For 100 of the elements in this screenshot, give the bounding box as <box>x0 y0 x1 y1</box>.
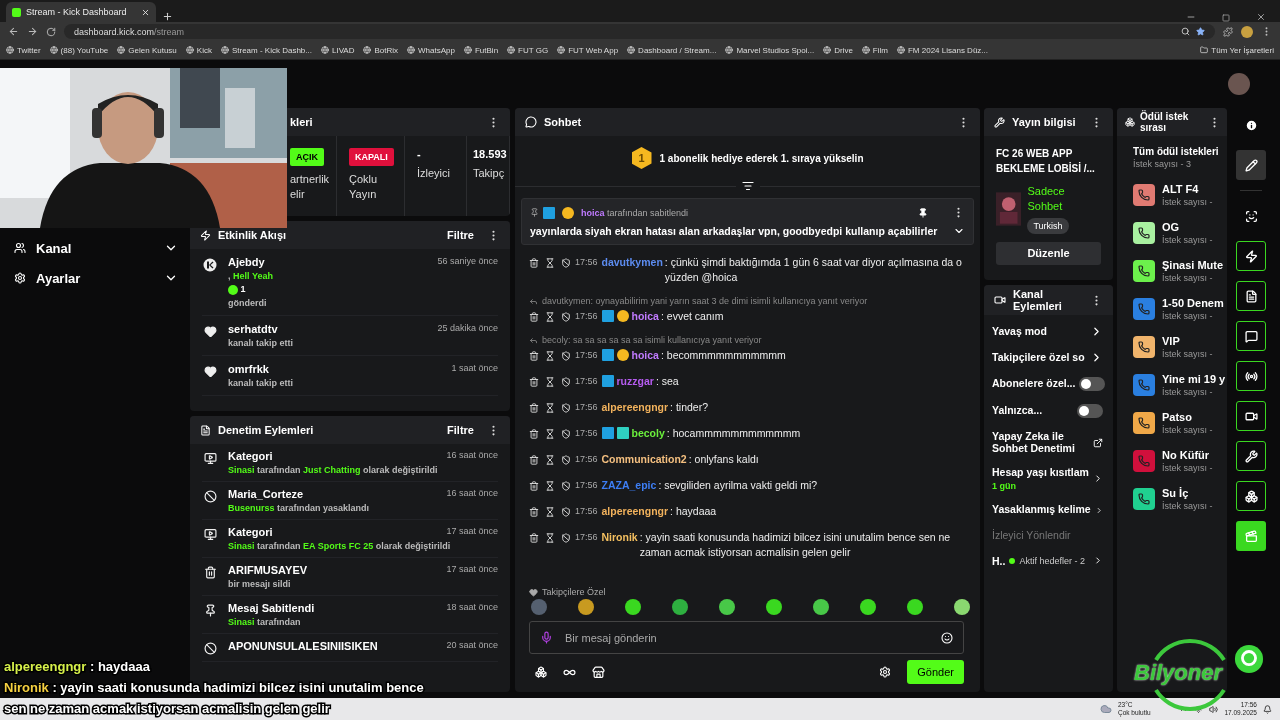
emote-icon[interactable] <box>719 599 735 615</box>
category-name[interactable]: Sadece Sohbet <box>1027 184 1101 214</box>
chat-username[interactable]: hoica <box>631 309 659 324</box>
address-bar[interactable]: dashboard.kick.com/stream <box>64 24 1215 39</box>
filter-button[interactable]: Filtre <box>441 424 480 436</box>
bookmark-item[interactable]: Film <box>861 45 888 55</box>
timeout-icon <box>545 402 555 413</box>
action-item[interactable]: Takipçilere özel so <box>992 351 1103 364</box>
action-time: 20 saat önce <box>446 640 498 652</box>
note-icon <box>1244 289 1258 303</box>
message-input[interactable]: Bir mesaj gönderin <box>563 630 931 645</box>
pinned-text: yayınlarda siyah ekran hatası alan arkadaşlar vpn, goodbyedpi kullanıp açabilirler <box>530 225 939 237</box>
emote-icon[interactable] <box>672 599 688 615</box>
bookmark-item[interactable]: BotRix <box>363 45 399 55</box>
bookmark-item[interactable]: Gelen Kutusu <box>117 45 177 55</box>
message-field[interactable]: Bir mesaj gönderin <box>529 621 964 654</box>
rank-badge: 1 <box>631 147 652 169</box>
rail-button[interactable] <box>1236 150 1266 180</box>
send-button[interactable]: Gönder <box>907 660 964 684</box>
emote-icon[interactable] <box>578 599 594 615</box>
message-time: 17:56 <box>575 401 598 414</box>
bookmark-item[interactable]: WhatsApp <box>407 45 455 55</box>
rail-button[interactable] <box>1236 321 1266 351</box>
emote-icon[interactable] <box>907 599 923 615</box>
bookmark-item[interactable]: FUT Web App <box>557 45 619 55</box>
reward-item[interactable]: No Küfür İstek sayısı - <box>1133 449 1227 473</box>
store-icon <box>592 665 605 679</box>
chat-username[interactable]: hoica <box>631 348 659 363</box>
action-item[interactable]: H.. Aktif hedefler - 2 <box>992 554 1103 568</box>
chat-username[interactable]: ZAZA_epic <box>601 478 657 493</box>
emote-icon[interactable] <box>860 599 876 615</box>
bookmark-item[interactable]: Kick <box>185 45 212 55</box>
all-rewards-item[interactable]: Tüm ödül istekleri İstek sayısı - 3 <box>1133 146 1227 169</box>
chat-username[interactable]: ruzzgar <box>616 374 654 389</box>
stat-value: 18.593 <box>473 148 508 160</box>
bookmark-item[interactable]: Dashboard / Stream... <box>627 45 717 55</box>
chat-username[interactable]: davutkymen <box>601 255 663 270</box>
reward-item[interactable]: 1-50 Denem İstek sayısı - <box>1133 297 1227 321</box>
message-time: 17:56 <box>575 375 598 388</box>
event-username: serhatdtv <box>228 322 278 335</box>
bookmark-item[interactable]: FUT GG <box>507 45 549 55</box>
action-item[interactable]: Yasaklanmış kelime <box>992 503 1103 517</box>
sidebar-label: Kanal <box>36 240 73 256</box>
chat-username[interactable]: becoly <box>631 426 665 441</box>
rail-button[interactable] <box>1236 241 1266 271</box>
action-item[interactable]: Yapay Zeka ile Sohbet Denetimi <box>992 431 1103 455</box>
request-count: İstek sayısı - <box>1162 273 1214 283</box>
rail-button[interactable] <box>1236 401 1266 431</box>
chat-username[interactable]: Communication2 <box>601 452 687 467</box>
close-icon <box>141 7 150 17</box>
chat-username[interactable]: Nironik <box>601 530 638 545</box>
edit-button[interactable]: Düzenle <box>996 241 1101 265</box>
camera-icon <box>994 294 1006 306</box>
timeout-icon <box>545 480 555 491</box>
reward-item[interactable]: OG İstek sayısı - <box>1133 221 1227 245</box>
chat-message-text: : hocammmmmmmmmmmm <box>666 426 802 441</box>
user-avatar[interactable] <box>1228 73 1250 95</box>
chat-username[interactable]: alpereengngr <box>601 400 669 415</box>
subtitle-line: alpereengngr : haydaaa <box>4 658 151 675</box>
emote-icon[interactable] <box>625 599 641 615</box>
reward-item[interactable]: ALT F4 İstek sayısı - <box>1133 183 1227 207</box>
sidebar-item[interactable]: Kanal <box>14 238 178 258</box>
bookmark-item[interactable]: Stream - Kick Dashb... <box>220 45 312 55</box>
bookmark-item[interactable]: Twitter <box>6 45 41 55</box>
profile-avatar[interactable] <box>1241 25 1253 38</box>
chat-username[interactable]: alpereengngr <box>601 504 669 519</box>
bookmark-item[interactable]: Tüm Yer İşaretleri <box>1200 45 1274 55</box>
request-count: İstek sayısı - <box>1162 235 1213 245</box>
reward-item[interactable]: Şinasi Mute İstek sayısı - <box>1133 259 1227 283</box>
action-item[interactable]: Hesap yaşı kısıtlam 1 gün <box>992 467 1103 491</box>
browser-tab[interactable]: Stream - Kick Dashboard <box>6 2 156 22</box>
reward-item[interactable]: Patso İstek sayısı - <box>1133 411 1227 435</box>
action-item[interactable]: Yavaş mod <box>992 325 1103 338</box>
bookmark-item[interactable]: Marvel Studios Spoi... <box>725 45 815 55</box>
toggle-switch[interactable] <box>1079 377 1106 391</box>
clapperboard-icon <box>1244 529 1258 543</box>
points-icon <box>535 666 547 678</box>
emote-icon[interactable] <box>766 599 782 615</box>
rail-button[interactable] <box>1236 441 1266 471</box>
toggle-switch[interactable] <box>1077 404 1103 418</box>
rail-button[interactable] <box>1236 281 1266 311</box>
bookmark-item[interactable]: FutBin <box>463 45 499 55</box>
action-title: Mesaj Sabitlendi <box>228 602 315 614</box>
sidebar-item[interactable]: Ayarlar <box>14 268 178 288</box>
reward-name: No Küfür <box>1162 449 1211 461</box>
bookmark-item[interactable]: LIVAD <box>320 45 355 55</box>
reward-item[interactable]: Yine mi 19 y İstek sayısı - <box>1133 373 1227 397</box>
reply-context: becoly: sa sa sa sa sa sa isimli kullanıcıya yanıt veriyor <box>542 335 762 345</box>
action-icon <box>203 452 217 465</box>
emote-icon[interactable] <box>954 599 970 615</box>
bookmark-item[interactable]: Drive <box>823 45 853 55</box>
reward-item[interactable]: VIP İstek sayısı - <box>1133 335 1227 359</box>
rail-button[interactable] <box>1236 361 1266 391</box>
action-label: Yavaş mod <box>992 325 1048 338</box>
rail-button[interactable] <box>1236 481 1266 511</box>
bookmark-item[interactable]: FM 2024 Lisans Düz... <box>896 45 988 55</box>
bookmark-item[interactable]: (88) YouTube <box>49 45 109 55</box>
filter-button[interactable]: Filtre <box>441 229 480 241</box>
emote-icon[interactable] <box>813 599 829 615</box>
reward-item[interactable]: Su İç İstek sayısı - <box>1133 487 1227 511</box>
